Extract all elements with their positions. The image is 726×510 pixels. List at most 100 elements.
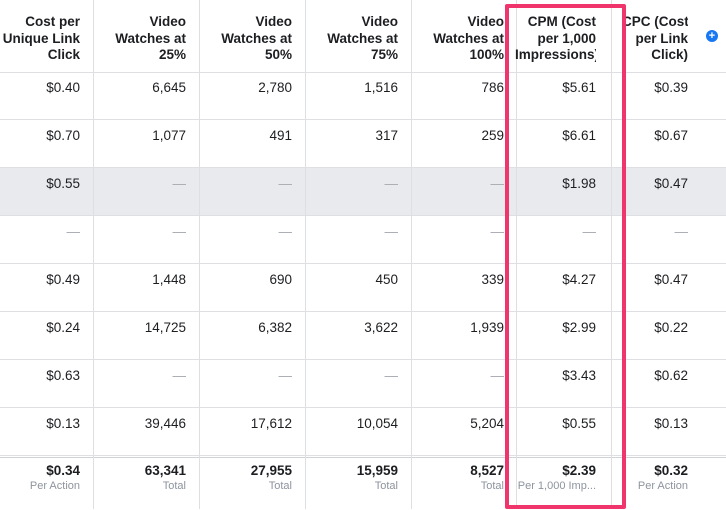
ads-metrics-table: Cost per Unique Link Click Video Watches… bbox=[0, 0, 726, 509]
cell-video-watches-50: 690 bbox=[269, 272, 292, 287]
header-line: Unique Link bbox=[2, 30, 80, 46]
cell-cpm: $3.43 bbox=[562, 368, 596, 383]
cell-cost-per-unique-link-click: $0.24 bbox=[46, 320, 80, 335]
total-label: Total bbox=[268, 480, 292, 492]
header-line: Watches at bbox=[433, 30, 504, 46]
header-line: Click bbox=[47, 47, 80, 62]
header-line: Video bbox=[467, 14, 504, 29]
cell-video-watches-75: 317 bbox=[375, 128, 398, 143]
table-row-cells: $0.49 1,448 690 450 339 $4.27 $0.47 bbox=[0, 256, 726, 303]
cell-cpc: $0.47 bbox=[654, 176, 688, 191]
total-value: $0.34 bbox=[46, 463, 80, 478]
total-value: 8,527 bbox=[470, 463, 504, 478]
header-line: CPM (Cost bbox=[527, 14, 596, 29]
cell-video-watches-50: 491 bbox=[269, 128, 292, 143]
cell-video-watches-100: 259 bbox=[481, 128, 504, 143]
total-video-watches-75: 15,959 Total bbox=[312, 463, 398, 493]
header-video-watches-75[interactable]: Video Watches at 75% bbox=[312, 14, 398, 64]
cell-video-watches-50: — bbox=[278, 368, 293, 383]
header-line: Video bbox=[255, 14, 292, 29]
table-row-cells: $0.63 — — — — $3.43 $0.62 bbox=[0, 352, 726, 399]
header-line: Click) bbox=[651, 47, 688, 62]
header-line: 75% bbox=[370, 47, 398, 62]
cell-cost-per-unique-link-click: $0.40 bbox=[46, 80, 80, 95]
cell-cpc: $0.47 bbox=[654, 272, 688, 287]
cell-video-watches-25: — bbox=[172, 224, 187, 239]
header-line: 100% bbox=[469, 47, 504, 62]
cell-video-watches-100: 1,939 bbox=[470, 320, 504, 335]
total-video-watches-50: 27,955 Total bbox=[206, 463, 292, 493]
cell-video-watches-75: — bbox=[384, 176, 399, 191]
cell-video-watches-25: 39,446 bbox=[144, 416, 186, 431]
table-row-cells: $0.13 39,446 17,612 10,054 5,204 $0.55 $… bbox=[0, 400, 726, 447]
total-label: Per Action bbox=[637, 480, 688, 492]
cell-video-watches-100: — bbox=[490, 224, 505, 239]
table-row-cells: $0.55 — — — — $1.98 $0.47 bbox=[0, 160, 726, 207]
total-value: 15,959 bbox=[356, 463, 398, 478]
cell-video-watches-50: 17,612 bbox=[250, 416, 292, 431]
header-line: per 1,000 bbox=[537, 30, 596, 46]
total-value: 63,341 bbox=[144, 463, 186, 478]
header-cpc[interactable]: CPC (Cost per Link Click) bbox=[622, 14, 688, 64]
header-line: Watches at bbox=[327, 30, 398, 46]
cell-video-watches-75: — bbox=[384, 224, 399, 239]
total-label: Per 1,000 Imp... bbox=[517, 480, 596, 492]
total-cpm: $2.39 Per 1,000 Imp... bbox=[515, 463, 596, 493]
cell-cpm: $2.99 bbox=[562, 320, 596, 335]
cell-cost-per-unique-link-click: $0.49 bbox=[46, 272, 80, 287]
cell-cpm: $0.55 bbox=[562, 416, 596, 431]
cell-video-watches-75: — bbox=[384, 368, 399, 383]
total-cpc: $0.32 Per Action bbox=[622, 463, 688, 493]
header-video-watches-100[interactable]: Video Watches at 100% bbox=[418, 14, 504, 64]
cell-cpm: $5.61 bbox=[562, 80, 596, 95]
cell-video-watches-25: — bbox=[172, 176, 187, 191]
add-column-icon[interactable]: + bbox=[706, 30, 718, 42]
cell-cost-per-unique-link-click: $0.55 bbox=[46, 176, 80, 191]
header-video-watches-50[interactable]: Video Watches at 50% bbox=[206, 14, 292, 64]
cell-cpm: $6.61 bbox=[562, 128, 596, 143]
cell-video-watches-25: 14,725 bbox=[144, 320, 186, 335]
cell-cpc: $0.39 bbox=[654, 80, 688, 95]
cell-video-watches-50: 2,780 bbox=[258, 80, 292, 95]
cell-cpc: $0.22 bbox=[654, 320, 688, 335]
total-value: $0.32 bbox=[654, 463, 688, 478]
cell-video-watches-25: 1,077 bbox=[152, 128, 186, 143]
table-row-cells: $0.70 1,077 491 317 259 $6.61 $0.67 bbox=[0, 112, 726, 159]
header-video-watches-25[interactable]: Video Watches at 25% bbox=[100, 14, 186, 64]
table-row-cells: $0.24 14,725 6,382 3,622 1,939 $2.99 $0.… bbox=[0, 304, 726, 351]
header-line: Video bbox=[361, 14, 398, 29]
cell-cpc: $0.62 bbox=[654, 368, 688, 383]
header-cost-per-unique-link-click[interactable]: Cost per Unique Link Click bbox=[0, 14, 80, 64]
header-line: per Link bbox=[635, 30, 688, 46]
total-video-watches-25: 63,341 Total bbox=[100, 463, 186, 493]
cell-cost-per-unique-link-click: $0.63 bbox=[46, 368, 80, 383]
table-row-cells: — — — — — — — bbox=[0, 208, 726, 255]
cell-video-watches-25: 6,645 bbox=[152, 80, 186, 95]
cell-video-watches-25: 1,448 bbox=[152, 272, 186, 287]
header-line: Impressions) bbox=[515, 47, 596, 62]
cell-video-watches-75: 3,622 bbox=[364, 320, 398, 335]
total-value: 27,955 bbox=[250, 463, 292, 478]
header-line: Cost per bbox=[25, 14, 80, 29]
cell-video-watches-100: 5,204 bbox=[470, 416, 504, 431]
cell-video-watches-100: — bbox=[490, 368, 505, 383]
total-video-watches-100: 8,527 Total bbox=[418, 463, 504, 493]
total-cost-per-unique-link-click: $0.34 Per Action bbox=[0, 463, 80, 493]
cell-cpm: $4.27 bbox=[562, 272, 596, 287]
table-row-cells: $0.40 6,645 2,780 1,516 786 $5.61 $0.39 bbox=[0, 64, 726, 111]
header-cpm[interactable]: CPM (Cost per 1,000 Impressions) bbox=[515, 14, 596, 64]
total-value: $2.39 bbox=[562, 463, 596, 478]
total-label: Total bbox=[480, 480, 504, 492]
cell-video-watches-50: — bbox=[278, 176, 293, 191]
header-line: Watches at bbox=[115, 30, 186, 46]
cell-video-watches-50: 6,382 bbox=[258, 320, 292, 335]
cell-cost-per-unique-link-click: $0.70 bbox=[46, 128, 80, 143]
total-label: Total bbox=[374, 480, 398, 492]
header-line: CPC (Cost bbox=[622, 14, 688, 29]
cell-cpc: $0.67 bbox=[654, 128, 688, 143]
header-line: Video bbox=[149, 14, 186, 29]
cell-video-watches-75: 10,054 bbox=[356, 416, 398, 431]
cell-video-watches-75: 450 bbox=[375, 272, 398, 287]
header-line: 25% bbox=[158, 47, 186, 62]
cell-video-watches-100: — bbox=[490, 176, 505, 191]
